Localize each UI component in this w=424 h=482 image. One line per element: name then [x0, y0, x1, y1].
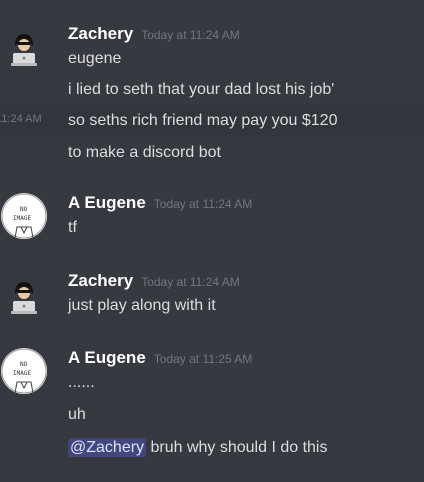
message-timestamp: Today at 11:25 AM — [153, 352, 253, 366]
author-name[interactable]: Zachery Today at 11:24 AM — [68, 271, 240, 291]
message-line: eugene — [68, 50, 122, 67]
message-text: bruh why should I do this — [146, 439, 328, 456]
message-timestamp: Today at 11:24 AM — [153, 197, 253, 211]
avatar-no-image-icon[interactable]: NO IMAGE — [1, 193, 47, 239]
message-line: tf — [68, 219, 77, 236]
message-line: so seths rich friend may pay you $120 — [68, 112, 338, 129]
no-image-text: NO — [20, 206, 28, 213]
no-image-text: NO — [20, 361, 28, 368]
author-label[interactable]: Zachery — [68, 271, 133, 290]
author-name[interactable]: A Eugene Today at 11:25 AM — [68, 348, 252, 368]
message-line: ...... — [68, 374, 95, 391]
message-timestamp: Today at 11:24 AM — [141, 275, 240, 289]
message-line: i lied to seth that your dad lost his jo… — [68, 81, 335, 98]
message-line: @Zachery bruh why should I do this — [68, 438, 328, 457]
author-label[interactable]: A Eugene — [68, 348, 146, 367]
avatar-hacker-icon[interactable] — [1, 24, 47, 70]
avatar-hacker-icon[interactable] — [1, 272, 47, 318]
author-name[interactable]: Zachery Today at 11:24 AM — [68, 24, 240, 44]
avatar-no-image-icon[interactable]: NO IMAGE — [1, 348, 47, 394]
hover-timestamp: 11:24 AM — [0, 113, 42, 125]
message-line: to make a discord bot — [68, 144, 221, 161]
author-label[interactable]: A Eugene — [68, 193, 146, 212]
author-name[interactable]: A Eugene Today at 11:24 AM — [68, 193, 252, 213]
message-line: uh — [68, 406, 86, 423]
user-mention[interactable]: @Zachery — [68, 438, 147, 457]
message-line: just play along with it — [68, 297, 216, 314]
no-image-text: IMAGE — [13, 215, 31, 222]
no-image-text: IMAGE — [13, 370, 31, 377]
author-label[interactable]: Zachery — [68, 24, 133, 43]
message-timestamp: Today at 11:24 AM — [141, 28, 240, 42]
